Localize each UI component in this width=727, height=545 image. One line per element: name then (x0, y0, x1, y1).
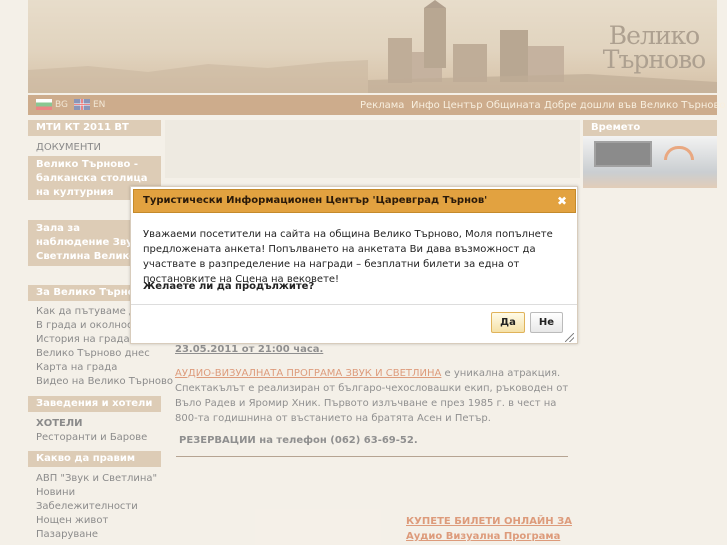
no-button[interactable]: Не (530, 312, 563, 333)
dialog-title: Туристически Информационен Център 'Царев… (143, 195, 488, 206)
close-icon[interactable]: ✖ (557, 194, 567, 208)
dialog-message: Уважаеми посетители на сайта на община В… (143, 229, 553, 285)
yes-button[interactable]: Да (491, 312, 525, 333)
dialog-separator (131, 304, 577, 305)
dialog-question: Желаете ли да продължите? (143, 281, 315, 292)
resize-grip-icon[interactable] (565, 333, 574, 342)
